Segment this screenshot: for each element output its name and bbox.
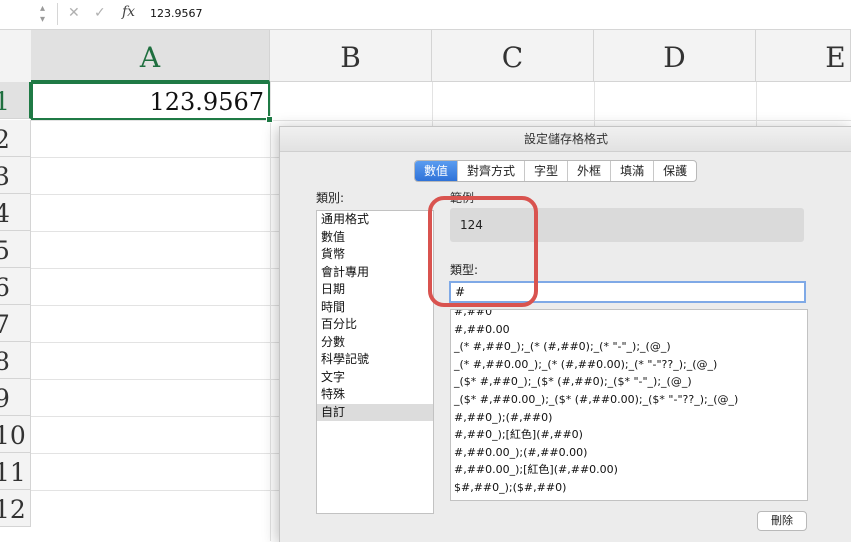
row-header-2[interactable]: 2 — [0, 120, 31, 157]
row-header-3[interactable]: 3 — [0, 157, 31, 194]
column-header-e[interactable]: E — [756, 30, 851, 82]
format-code-item[interactable]: $#,##0_);($#,##0) — [451, 479, 807, 497]
tab-number[interactable]: 數值 — [415, 161, 459, 181]
function-icon[interactable]: fx — [122, 4, 135, 20]
format-code-item[interactable]: #,##0.00_);[紅色](#,##0.00) — [451, 461, 807, 479]
category-text[interactable]: 文字 — [317, 369, 433, 387]
row-header-12[interactable]: 12 — [0, 490, 31, 527]
format-code-item[interactable]: _(* #,##0_);_(* (#,##0);_(* "-"_);_(@_) — [451, 338, 807, 356]
tab-font[interactable]: 字型 — [525, 161, 569, 181]
fill-handle[interactable] — [266, 116, 273, 123]
column-header-a[interactable]: A — [31, 30, 270, 82]
tab-protection[interactable]: 保護 — [654, 161, 696, 181]
tab-fill[interactable]: 填滿 — [611, 161, 655, 181]
category-label: 類別: — [316, 191, 345, 205]
category-percentage[interactable]: 百分比 — [317, 316, 433, 334]
category-time[interactable]: 時間 — [317, 299, 433, 317]
format-code-item[interactable]: #,##0.00 — [451, 321, 807, 339]
annotation-highlight-ring — [428, 196, 538, 307]
cancel-icon[interactable]: ✕ — [68, 5, 80, 21]
row-header-9[interactable]: 9 — [0, 379, 31, 416]
format-code-item[interactable]: #,##0 — [451, 310, 807, 321]
format-code-item[interactable]: #,##0_);(#,##0) — [451, 409, 807, 427]
formula-input[interactable]: 123.9567 — [150, 7, 203, 20]
row-header-5[interactable]: 5 — [0, 231, 31, 268]
category-currency[interactable]: 貨幣 — [317, 246, 433, 264]
name-box[interactable]: ▴ ▾ — [0, 3, 58, 25]
delete-button[interactable]: 刪除 — [757, 511, 807, 531]
category-date[interactable]: 日期 — [317, 281, 433, 299]
row-header-11[interactable]: 11 — [0, 453, 31, 490]
format-code-item[interactable]: _($* #,##0_);_($* (#,##0);_($* "-"_);_(@… — [451, 373, 807, 391]
select-all-corner[interactable] — [0, 30, 32, 83]
confirm-icon[interactable]: ✓ — [94, 5, 106, 21]
category-special[interactable]: 特殊 — [317, 386, 433, 404]
category-number[interactable]: 數值 — [317, 229, 433, 247]
formula-bar: ▴ ▾ ✕ ✓ fx 123.9567 — [0, 0, 851, 30]
column-header-b[interactable]: B — [270, 30, 432, 82]
cell-a1[interactable]: 123.9567 — [31, 82, 270, 120]
column-header-c[interactable]: C — [432, 30, 594, 82]
category-custom[interactable]: 自訂 — [317, 403, 433, 421]
row-header-6[interactable]: 6 — [0, 268, 31, 305]
format-code-item[interactable]: #,##0.00_);(#,##0.00) — [451, 444, 807, 462]
format-code-list[interactable]: #,##0 #,##0.00 _(* #,##0_);_(* (#,##0);_… — [450, 309, 808, 501]
category-fraction[interactable]: 分數 — [317, 334, 433, 352]
row-header-1[interactable]: 1 — [0, 82, 31, 119]
gridline — [31, 120, 851, 121]
row-header-8[interactable]: 8 — [0, 342, 31, 379]
name-box-stepper-icon[interactable]: ▴ ▾ — [40, 3, 45, 25]
format-code-item[interactable]: _($* #,##0.00_);_($* (#,##0.00);_($* "-"… — [451, 391, 807, 409]
row-header-10[interactable]: 10 — [0, 416, 31, 453]
format-code-item[interactable]: _(* #,##0.00_);_(* (#,##0.00);_(* "-"??_… — [451, 356, 807, 374]
category-accounting[interactable]: 會計專用 — [317, 264, 433, 282]
category-scientific[interactable]: 科學記號 — [317, 351, 433, 369]
tab-border[interactable]: 外框 — [568, 161, 612, 181]
gridline — [270, 82, 271, 541]
category-general[interactable]: 通用格式 — [317, 211, 433, 229]
category-list[interactable]: 通用格式 數值 貨幣 會計專用 日期 時間 百分比 分數 科學記號 文字 特殊 … — [316, 210, 434, 514]
dialog-tabs: 數值 對齊方式 字型 外框 填滿 保護 — [414, 160, 698, 182]
row-header-7[interactable]: 7 — [0, 305, 31, 342]
format-cells-dialog: 設定儲存格格式 數值 對齊方式 字型 外框 填滿 保護 類別: 通用格式 數值 … — [279, 126, 851, 542]
tab-alignment[interactable]: 對齊方式 — [458, 161, 526, 181]
row-header-4[interactable]: 4 — [0, 194, 31, 231]
dialog-title: 設定儲存格格式 — [280, 127, 851, 152]
column-header-d[interactable]: D — [594, 30, 756, 82]
format-code-item[interactable]: #,##0_);[紅色](#,##0) — [451, 426, 807, 444]
